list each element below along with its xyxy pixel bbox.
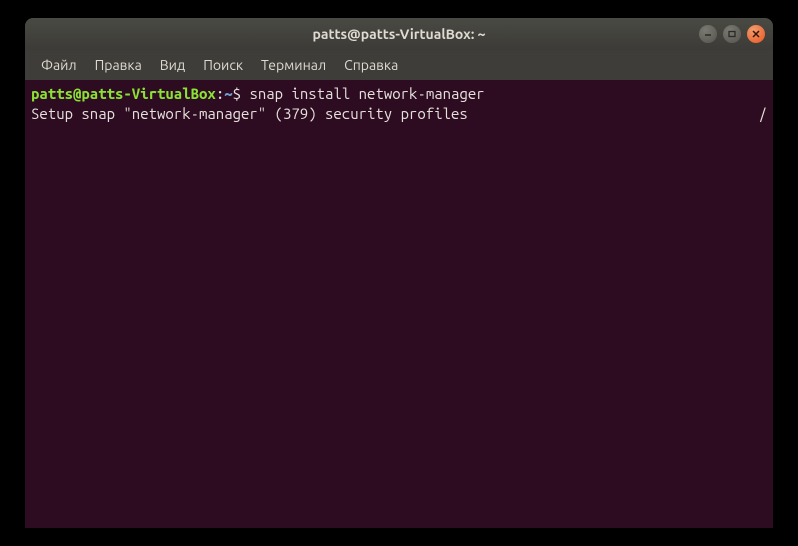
- prompt-dollar: $: [233, 85, 241, 102]
- command-line: patts@patts-VirtualBox:~$ snap install n…: [31, 84, 767, 104]
- prompt-colon: :: [216, 85, 224, 102]
- menu-view[interactable]: Вид: [152, 53, 193, 77]
- spinner-icon: /: [759, 104, 767, 124]
- command-text: snap install network-manager: [249, 85, 484, 102]
- output-text: Setup snap "network-manager" (379) secur…: [31, 104, 468, 124]
- prompt-user-host: patts@patts-VirtualBox: [31, 85, 216, 102]
- terminal-body[interactable]: patts@patts-VirtualBox:~$ snap install n…: [25, 80, 773, 528]
- menu-search[interactable]: Поиск: [195, 53, 251, 77]
- prompt-path: ~: [224, 85, 232, 102]
- menu-terminal[interactable]: Терминал: [253, 53, 334, 77]
- menubar: Файл Правка Вид Поиск Терминал Справка: [25, 50, 773, 80]
- maximize-button[interactable]: [723, 25, 741, 43]
- menu-file[interactable]: Файл: [33, 53, 85, 77]
- output-line: Setup snap "network-manager" (379) secur…: [31, 104, 767, 124]
- close-icon: [751, 29, 761, 39]
- window-title: patts@patts-VirtualBox: ~: [35, 26, 763, 42]
- maximize-icon: [727, 29, 737, 39]
- menu-edit[interactable]: Правка: [87, 53, 150, 77]
- close-button[interactable]: [747, 25, 765, 43]
- window-controls: [699, 25, 765, 43]
- minimize-button[interactable]: [699, 25, 717, 43]
- menu-help[interactable]: Справка: [336, 53, 406, 77]
- titlebar: patts@patts-VirtualBox: ~: [25, 18, 773, 50]
- terminal-window: patts@patts-VirtualBox: ~ Файл Правка Ви…: [25, 18, 773, 528]
- minimize-icon: [703, 29, 713, 39]
